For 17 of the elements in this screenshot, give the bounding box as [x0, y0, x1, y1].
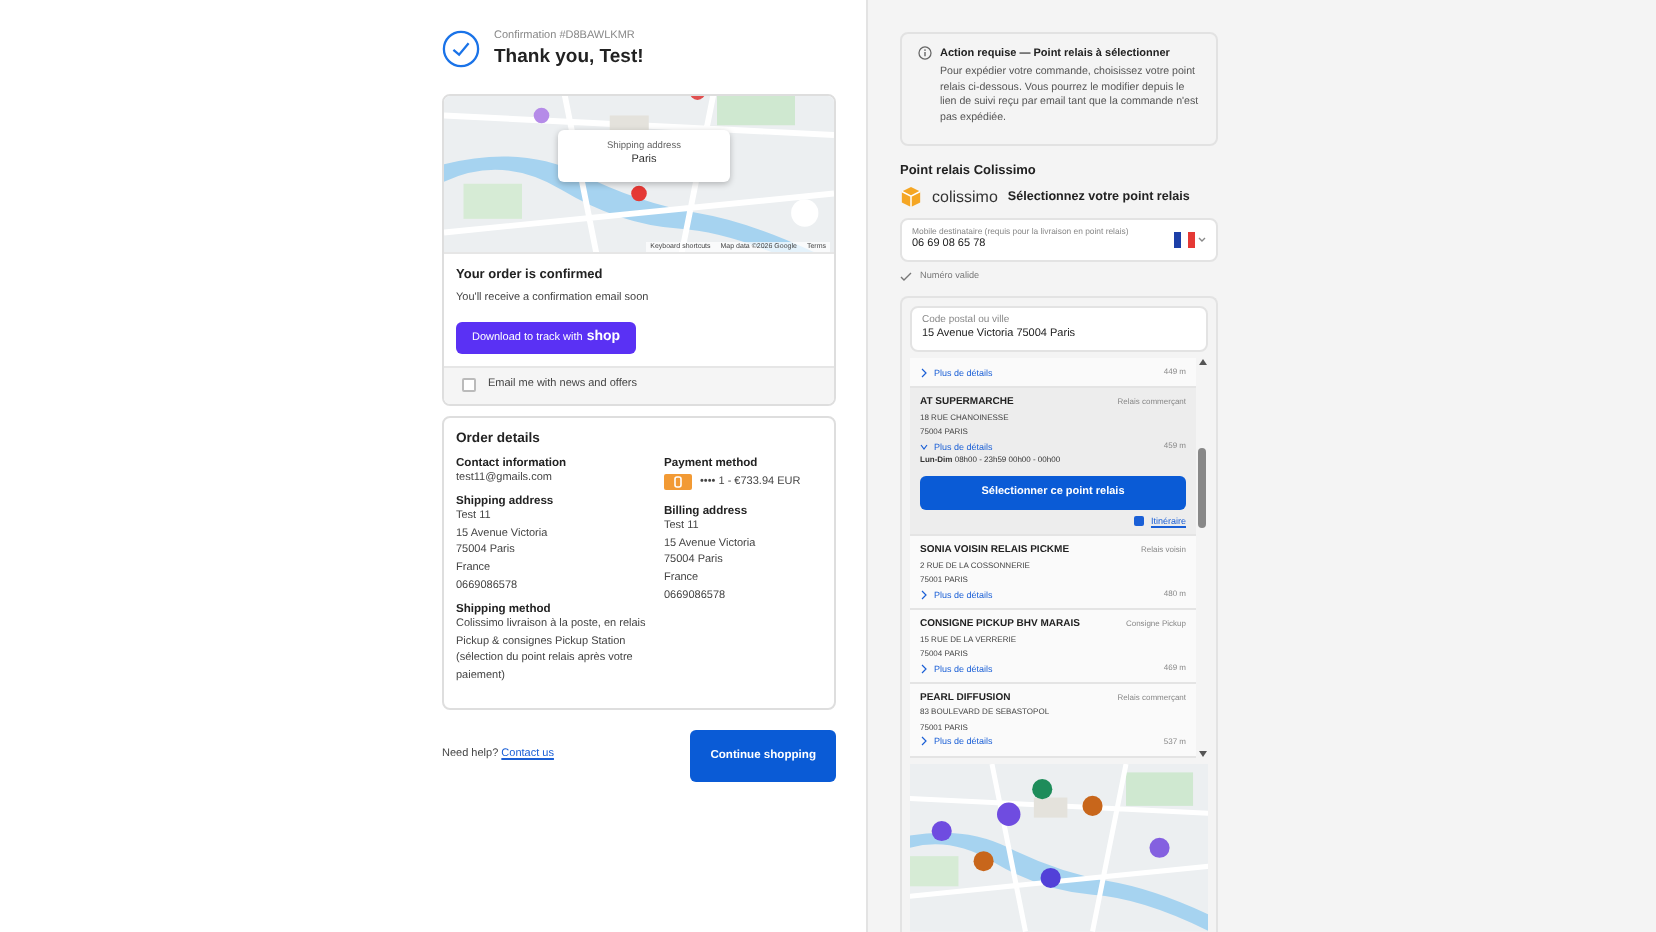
- chevron-right-icon: [920, 367, 928, 378]
- brand-name: colissimo: [932, 185, 998, 209]
- chevron-right-icon: [920, 589, 928, 600]
- info-icon: [918, 46, 932, 60]
- france-flag-icon: [1174, 232, 1206, 249]
- scroll-up-icon[interactable]: [1197, 358, 1207, 367]
- scrollbar[interactable]: [1196, 358, 1208, 759]
- scroll-down-icon[interactable]: [1197, 750, 1207, 759]
- chevron-right-icon: [920, 736, 928, 747]
- check-circle-icon: [442, 30, 480, 68]
- bitcoin-icon: [664, 474, 692, 491]
- check-icon: [900, 272, 912, 283]
- chevron-down-icon: [920, 441, 928, 451]
- page-title: Thank you, Test!: [494, 45, 644, 68]
- package-logo-icon: [900, 185, 922, 208]
- newsletter-checkbox[interactable]: [462, 378, 476, 393]
- chevron-right-icon: [920, 663, 928, 674]
